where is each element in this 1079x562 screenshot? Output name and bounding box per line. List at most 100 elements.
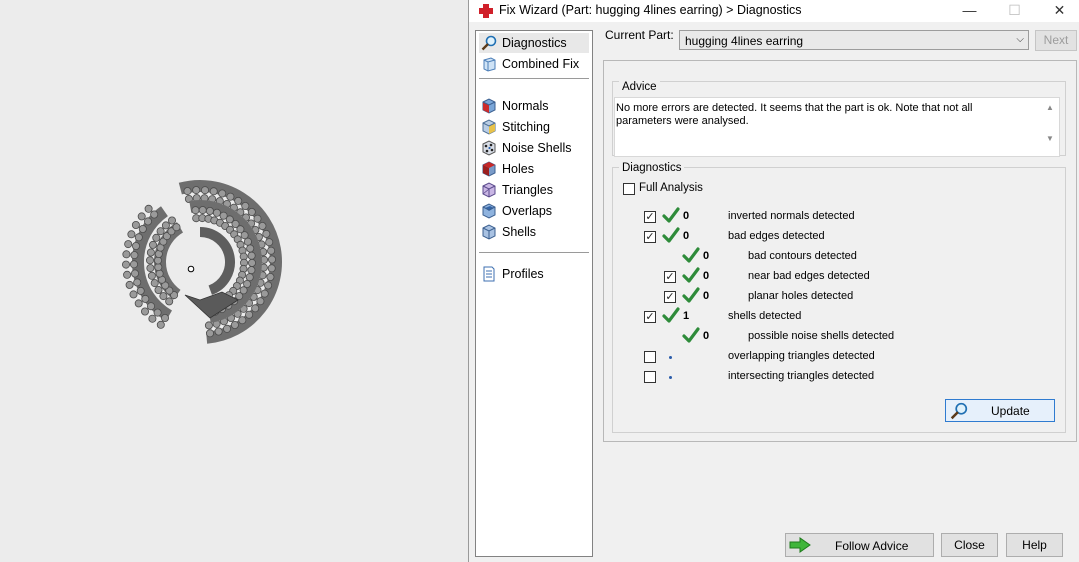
earring-bead: [253, 214, 262, 223]
earring-bead: [234, 196, 243, 205]
earring-bead: [137, 212, 146, 221]
earring-bead: [155, 269, 164, 278]
row-label: shells detected: [728, 310, 802, 322]
row-checkbox[interactable]: [644, 351, 656, 363]
advice-text: No more errors are detected. It seems th…: [616, 102, 973, 127]
nav-item-triangles[interactable]: Triangles: [479, 180, 589, 200]
magnifier-icon: [950, 402, 968, 420]
green-check-icon: [662, 227, 680, 245]
row-checkbox[interactable]: [644, 371, 656, 383]
earring-arc: [199, 227, 235, 295]
update-button[interactable]: Update: [945, 399, 1055, 422]
nav-item-profiles[interactable]: Profiles: [479, 264, 589, 284]
close-button[interactable]: Close: [941, 533, 998, 557]
nav-item-holes[interactable]: Holes: [479, 159, 589, 179]
row-checkbox[interactable]: ✓: [644, 231, 656, 243]
current-part-select[interactable]: hugging 4lines earring ⌵: [679, 30, 1029, 50]
minimize-button[interactable]: —: [947, 0, 992, 22]
follow-advice-button[interactable]: Follow Advice: [785, 533, 934, 557]
earring-bead: [150, 279, 159, 288]
green-check-icon: [682, 267, 700, 285]
row-checkbox[interactable]: ✓: [664, 291, 676, 303]
earring-bead: [134, 299, 143, 308]
help-button[interactable]: Help: [1006, 533, 1063, 557]
earring-bead: [258, 221, 267, 230]
earring-bead: [144, 204, 153, 213]
earring-bead: [260, 289, 269, 298]
maximize-button[interactable]: ☐: [992, 0, 1037, 22]
noise-shells-icon: [482, 140, 496, 156]
advice-title: Advice: [619, 81, 660, 93]
magnifier-icon: [481, 35, 497, 51]
earring-3d-model: [122, 180, 282, 344]
earring-bead: [245, 310, 254, 319]
3d-viewport[interactable]: [0, 0, 468, 562]
scroll-down-icon[interactable]: ▼: [1044, 133, 1056, 145]
earring-bead: [122, 250, 131, 259]
next-button[interactable]: Next: [1035, 30, 1077, 51]
row-label: possible noise shells detected: [748, 330, 895, 342]
nav-item-combined-fix[interactable]: Combined Fix: [479, 54, 589, 74]
nav-label: Triangles: [502, 183, 553, 197]
earring-bead: [265, 238, 274, 247]
earring-bead: [226, 192, 235, 201]
nav-label: Shells: [502, 225, 537, 239]
nav-item-stitching[interactable]: Stitching: [479, 117, 589, 137]
earring-bead: [140, 307, 149, 316]
earring-bead: [130, 269, 139, 278]
earring-bead: [129, 290, 138, 299]
nav-label: Noise Shells: [502, 141, 572, 155]
profiles-doc-icon: [483, 266, 495, 282]
earring-bead: [148, 314, 157, 323]
earring-bead: [134, 233, 143, 242]
earring-bead: [198, 206, 207, 215]
green-check-icon: [682, 287, 700, 305]
fix-wizard-window: Fix Wizard (Part: hugging 4lines earring…: [468, 0, 1079, 562]
nav-label: Stitching: [502, 120, 550, 134]
earring-bead: [191, 206, 200, 215]
earring-bead: [192, 186, 201, 195]
nav-item-normals[interactable]: Normals: [479, 96, 589, 116]
nav-item-shells[interactable]: Shells: [479, 222, 589, 242]
nav-item-overlaps[interactable]: Overlaps: [479, 201, 589, 221]
green-check-icon: [682, 327, 700, 345]
earring-bead: [251, 304, 260, 313]
close-window-button[interactable]: ✕: [1037, 0, 1079, 22]
cursor-icon: [187, 265, 195, 273]
green-check-icon: [662, 307, 680, 325]
earring-bead: [136, 286, 145, 295]
row-checkbox[interactable]: ✓: [644, 211, 656, 223]
nav-label: Diagnostics: [502, 36, 567, 50]
full-analysis-checkbox[interactable]: [623, 183, 635, 195]
nav-item-diagnostics[interactable]: Diagnostics: [479, 33, 589, 53]
pending-dot-icon: [669, 376, 672, 379]
combined-fix-icon: [483, 57, 496, 72]
earring-bead: [247, 251, 256, 260]
earring-bead: [154, 263, 163, 272]
row-count: 0: [703, 270, 710, 282]
earring-bead: [124, 240, 133, 249]
overlaps-cube-icon: [482, 203, 496, 219]
nav-item-noise-shells[interactable]: Noise Shells: [479, 138, 589, 158]
earring-bead: [218, 189, 227, 198]
holes-cube-icon: [482, 161, 496, 177]
earring-bead: [125, 280, 134, 289]
row-checkbox[interactable]: ✓: [644, 311, 656, 323]
earring-bead: [214, 327, 223, 336]
row-count: 1: [683, 310, 690, 322]
nav-label: Holes: [502, 162, 534, 176]
row-label: bad contours detected: [748, 250, 857, 262]
earring-bead: [161, 221, 170, 230]
earring-bead: [241, 201, 250, 210]
scroll-up-icon[interactable]: ▲: [1044, 102, 1056, 114]
green-check-icon: [682, 247, 700, 265]
earring-bead: [152, 233, 161, 242]
earring-bead: [159, 292, 168, 301]
row-count: 0: [703, 290, 710, 302]
earring-bead: [147, 271, 156, 280]
earring-bead: [264, 281, 273, 290]
row-label: inverted normals detected: [728, 210, 855, 222]
row-count: 0: [683, 210, 690, 222]
row-checkbox[interactable]: ✓: [664, 271, 676, 283]
earring-bead: [262, 229, 271, 238]
